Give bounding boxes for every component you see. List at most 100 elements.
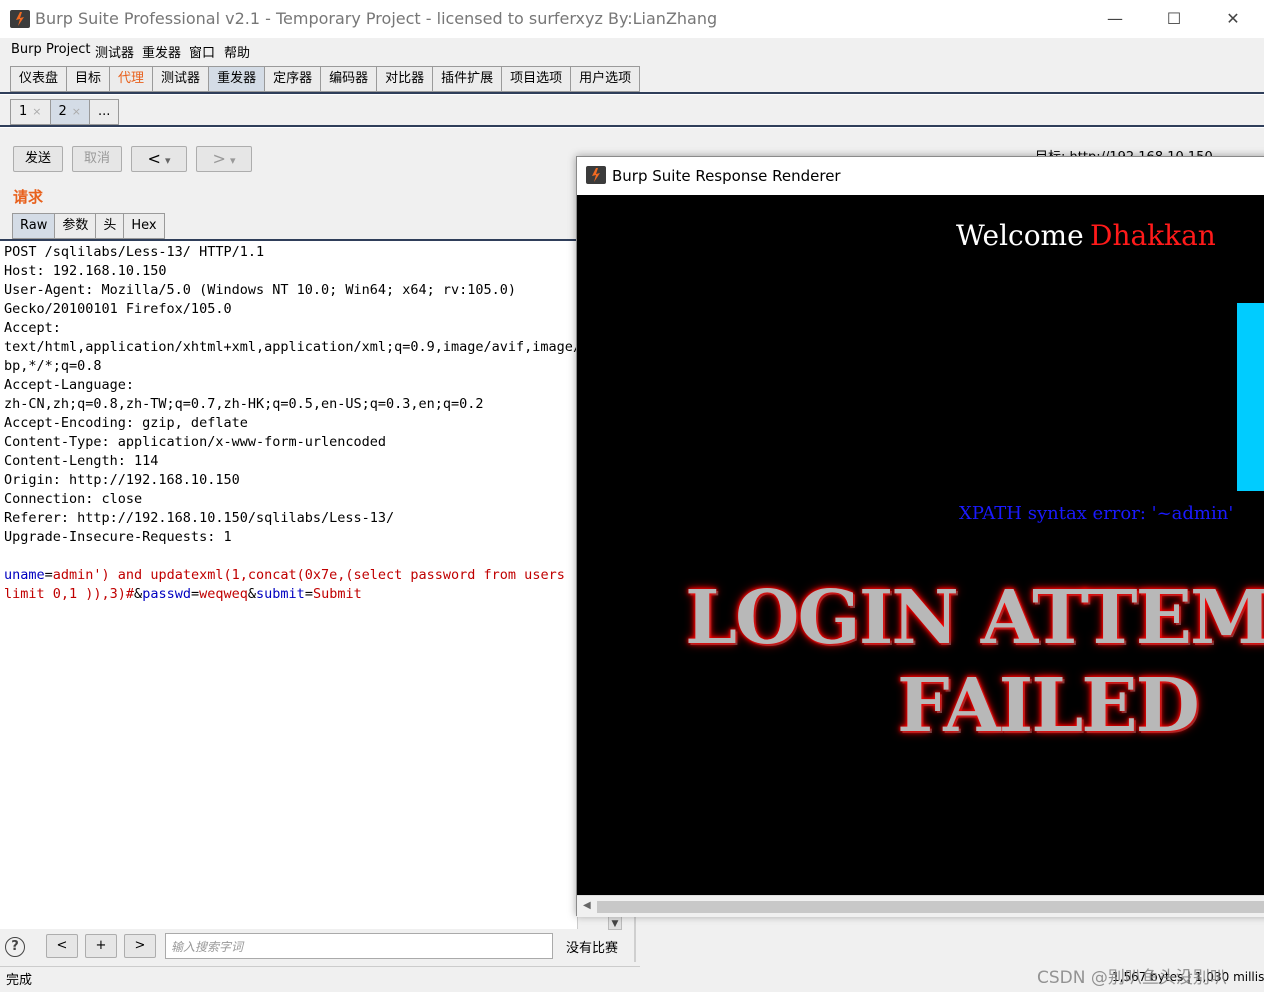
param-separator: & [134, 586, 143, 602]
title-bar: Burp Suite Professional v2.1 - Temporary… [0, 0, 1264, 38]
request-editor[interactable]: POST /sqlilabs/Less-13/ HTTP/1.1 Host: 1… [0, 241, 578, 929]
repeater-tab-1[interactable]: 1 × [10, 99, 50, 125]
param-equals: = [190, 586, 200, 602]
burp-logo-icon [586, 166, 606, 184]
tab-project-options[interactable]: 项目选项 [501, 66, 571, 92]
rendered-page: Welcome Dhakkan XPATH syntax error: '~ad… [577, 195, 1264, 895]
tab-repeater[interactable]: 重发器 [208, 66, 265, 92]
menu-project[interactable]: Project [46, 42, 90, 57]
welcome-text: Welcome [956, 219, 1084, 252]
request-line: zh-CN,zh;q=0.8,zh-TW;q=0.7,zh-HK;q=0.5,e… [4, 396, 484, 412]
request-text[interactable]: POST /sqlilabs/Less-13/ HTTP/1.1 Host: 1… [4, 243, 578, 604]
search-next-button[interactable]: > [124, 934, 156, 958]
tab-decoder[interactable]: 编码器 [320, 66, 377, 92]
menu-repeater[interactable]: 重发器 [142, 42, 181, 61]
request-line: Accept-Encoding: gzip, deflate [4, 415, 248, 431]
request-line: Content-Length: 114 [4, 453, 159, 469]
param-name-passwd: passwd [142, 586, 191, 602]
request-line: Gecko/20100101 Firefox/105.0 [4, 301, 232, 317]
close-button[interactable]: ✕ [1210, 6, 1256, 32]
watermark: CSDN @别叭鱼头没别叭 [1037, 968, 1227, 988]
param-name-uname: uname [4, 567, 45, 583]
failed-banner: FAILED [897, 663, 1200, 749]
request-line: Connection: close [4, 491, 143, 507]
menu-help[interactable]: 帮助 [224, 42, 250, 61]
tab-headers[interactable]: 头 [95, 213, 124, 239]
cancel-button[interactable]: 取消 [72, 146, 122, 172]
back-button[interactable]: < ▾ [131, 146, 187, 172]
request-line: Host: 192.168.10.150 [4, 263, 167, 279]
main-tabs: 仪表盘 目标 代理 测试器 重发器 定序器 编码器 对比器 插件扩展 项目选项 … [10, 66, 641, 92]
request-line: Accept-Language: [4, 377, 135, 393]
send-button[interactable]: 发送 [13, 146, 63, 172]
maximize-button[interactable]: ☐ [1151, 6, 1197, 32]
minimize-button[interactable]: — [1092, 6, 1138, 32]
param-value-submit: Submit [312, 586, 362, 602]
request-line: Origin: http://192.168.10.150 [4, 472, 240, 488]
repeater-tab-2[interactable]: 2 × [49, 99, 89, 125]
back-dropdown-icon: ▾ [165, 154, 171, 167]
request-line: Accept: [4, 320, 61, 336]
new-tab-button[interactable]: ... [89, 99, 120, 125]
tab-extender[interactable]: 插件扩展 [432, 66, 502, 92]
scrollbar-thumb[interactable] [597, 901, 1264, 913]
param-equals: = [44, 567, 53, 583]
tab-target[interactable]: 目标 [66, 66, 110, 92]
param-name-submit: submit [256, 586, 305, 602]
back-arrow-icon: < [147, 149, 161, 168]
request-line: text/html,application/xhtml+xml,applicat… [4, 339, 578, 355]
match-count: 没有比赛 [566, 941, 619, 956]
search-add-button[interactable]: + [85, 934, 117, 958]
xpath-error-text: XPATH syntax error: '~admin' [959, 503, 1234, 524]
status-divider [0, 966, 640, 967]
close-tab-icon[interactable]: × [72, 105, 81, 118]
param-value-passwd: weqweq [199, 586, 248, 602]
tab-dashboard[interactable]: 仪表盘 [10, 66, 67, 92]
scroll-down-icon[interactable]: ▼ [608, 916, 622, 930]
cyan-block [1237, 303, 1264, 491]
status-text: 完成 [6, 973, 33, 988]
menu-window[interactable]: 窗口 [189, 42, 215, 61]
menu-intruder[interactable]: 测试器 [95, 42, 134, 61]
menu-bar: Burp Project 测试器 重发器 窗口 帮助 [0, 38, 1264, 62]
renderer-title: Burp Suite Response Renderer [612, 167, 841, 185]
request-line: bp,*/*;q=0.8 [4, 358, 102, 374]
tab-params[interactable]: 参数 [54, 213, 96, 239]
request-view-tabs: Raw 参数 头 Hex [12, 213, 165, 239]
request-line: POST /sqlilabs/Less-13/ HTTP/1.1 [4, 244, 265, 260]
tab-hex[interactable]: Hex [123, 213, 165, 239]
forward-arrow-icon: > [212, 149, 226, 168]
renderer-title-bar[interactable]: Burp Suite Response Renderer [577, 157, 1264, 195]
request-line: Content-Type: application/x-www-form-url… [4, 434, 387, 450]
forward-button[interactable]: > ▾ [196, 146, 252, 172]
help-icon[interactable]: ? [5, 937, 25, 957]
burp-logo-icon [10, 10, 30, 28]
tab-divider [0, 92, 1264, 95]
repeater-tabs: 1 × 2 × ... [10, 99, 120, 125]
scroll-left-icon[interactable]: ◀ [583, 900, 591, 911]
tab-comparer[interactable]: 对比器 [376, 66, 433, 92]
repeater-tab-label: 2 [58, 104, 67, 119]
search-input[interactable]: 输入搜索字词 [165, 933, 553, 959]
tab-user-options[interactable]: 用户选项 [570, 66, 641, 92]
param-separator: & [247, 586, 257, 602]
window-title: Burp Suite Professional v2.1 - Temporary… [35, 9, 718, 28]
request-line: User-Agent: Mozilla/5.0 (Windows NT 10.0… [4, 282, 517, 298]
tab-sequencer[interactable]: 定序器 [264, 66, 321, 92]
tab-raw[interactable]: Raw [12, 213, 55, 239]
menu-burp[interactable]: Burp [11, 42, 42, 57]
close-tab-icon[interactable]: × [32, 105, 41, 118]
horizontal-scrollbar[interactable]: ◀ [577, 895, 1264, 917]
param-value-uname-cont: limit 0,1 )),3)# [4, 586, 135, 602]
tab-intruder[interactable]: 测试器 [152, 66, 209, 92]
forward-dropdown-icon: ▾ [230, 154, 236, 167]
repeater-tab-label: 1 [19, 104, 28, 119]
subtab-divider [0, 125, 1264, 128]
request-line: Upgrade-Insecure-Requests: 1 [4, 529, 232, 545]
response-renderer-window[interactable]: Burp Suite Response Renderer Welcome Dha… [576, 156, 1264, 917]
tab-proxy[interactable]: 代理 [109, 66, 153, 92]
pane-divider[interactable] [634, 916, 636, 962]
request-heading: 请求 [13, 188, 44, 206]
login-attempt-banner: LOGIN ATTEMPT [685, 575, 1264, 661]
search-prev-button[interactable]: < [46, 934, 78, 958]
